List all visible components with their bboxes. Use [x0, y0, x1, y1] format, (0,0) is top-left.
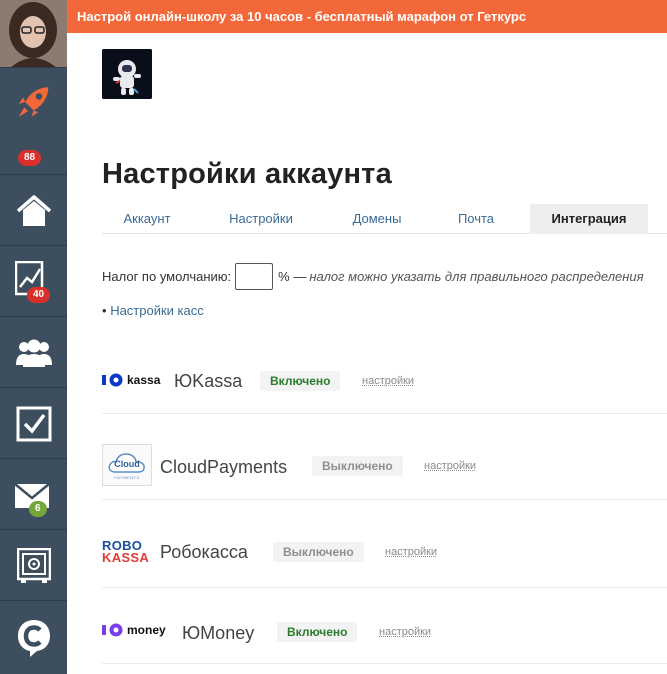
tax-input[interactable] [235, 263, 274, 290]
checkbox-icon [16, 406, 51, 441]
yukassa-logo: kassa [102, 373, 160, 387]
tab-account[interactable]: Аккаунт [102, 204, 192, 234]
sidebar: 88 40 6 [0, 0, 67, 674]
notification-badge: 6 [29, 501, 47, 517]
astronaut-icon [102, 49, 152, 99]
bullet: • [102, 303, 107, 318]
promo-banner[interactable]: Настрой онлайн-школу за 10 часов - беспл… [67, 0, 667, 33]
robokassa-logo-bottom: KASSA [102, 550, 150, 565]
cloud-logo-text: Cloud [114, 459, 140, 469]
kassa-settings-row: • Настройки касс [102, 303, 204, 318]
tax-suffix: % — [278, 269, 307, 284]
users-icon [15, 339, 52, 367]
settings-tabs: Аккаунт Настройки Домены Почта Интеграци… [102, 204, 667, 234]
provider-settings-link[interactable]: настройки [362, 375, 414, 387]
yumoney-logo: money [102, 623, 166, 637]
page-title: Настройки аккаунта [102, 158, 392, 190]
tax-label: Налог по умолчанию: [102, 269, 232, 284]
tax-note: налог можно указать для правильного расп… [309, 269, 644, 284]
notification-badge: 40 [27, 287, 51, 303]
kassa-settings-link[interactable]: Настройки касс [110, 303, 204, 318]
provider-name: Робокасса [160, 542, 248, 562]
tab-mail[interactable]: Почта [442, 204, 510, 234]
status-badge: Выключено [273, 542, 364, 562]
avatar[interactable] [0, 0, 67, 68]
status-badge: Выключено [312, 456, 403, 476]
yumoney-logo-text: money [127, 623, 166, 637]
cloud-logo-subtext: PAYMENTS [114, 474, 140, 480]
sidebar-item-tasks[interactable] [0, 389, 67, 459]
robokassa-logo: ROBO KASSA [102, 539, 150, 565]
sidebar-item-users[interactable] [0, 318, 67, 388]
yukassa-logo-icon [102, 373, 123, 387]
provider-settings-link[interactable]: настройки [424, 460, 476, 472]
safe-icon [16, 547, 51, 583]
status-badge: Включено [260, 371, 341, 391]
status-badge: Включено [277, 622, 358, 642]
yumoney-logo-icon [102, 623, 123, 637]
provider-row-robokassa: ROBO KASSA Робокасса Выключено настройки [102, 524, 667, 588]
school-logo[interactable] [102, 49, 152, 99]
provider-row-yumoney: money ЮMoney Включено настройки [102, 608, 667, 664]
sidebar-item-getcourse[interactable] [0, 602, 67, 674]
provider-name: ЮMoney [182, 623, 255, 643]
sidebar-item-start[interactable]: 88 [0, 69, 67, 175]
tax-setting-row: Налог по умолчанию: % — налог можно указ… [102, 263, 644, 290]
provider-settings-link[interactable]: настройки [385, 546, 437, 558]
tab-integration[interactable]: Интеграция [530, 204, 648, 234]
rocket-icon [18, 87, 49, 117]
provider-name: CloudPayments [160, 457, 288, 477]
sidebar-item-sales[interactable] [0, 531, 67, 601]
cloudpayments-logo: Cloud PAYMENTS [102, 444, 152, 486]
sidebar-item-messages[interactable]: 6 [0, 460, 67, 530]
avatar-image [0, 0, 67, 67]
provider-row-yukassa: kassa ЮKassa Включено настройки [102, 358, 667, 414]
tab-domains[interactable]: Домены [337, 204, 417, 234]
home-icon [16, 194, 51, 226]
sidebar-item-reports[interactable]: 40 [0, 247, 67, 317]
getcourse-logo-icon [17, 620, 50, 657]
notification-badge: 88 [18, 150, 42, 166]
tab-settings[interactable]: Настройки [214, 204, 308, 234]
sidebar-item-home[interactable] [0, 176, 67, 246]
yukassa-logo-text: kassa [127, 373, 161, 387]
provider-row-cloudpayments: Cloud PAYMENTS CloudPayments Выключено н… [102, 438, 667, 500]
provider-name: ЮKassa [174, 371, 243, 391]
provider-settings-link[interactable]: настройки [379, 626, 431, 638]
